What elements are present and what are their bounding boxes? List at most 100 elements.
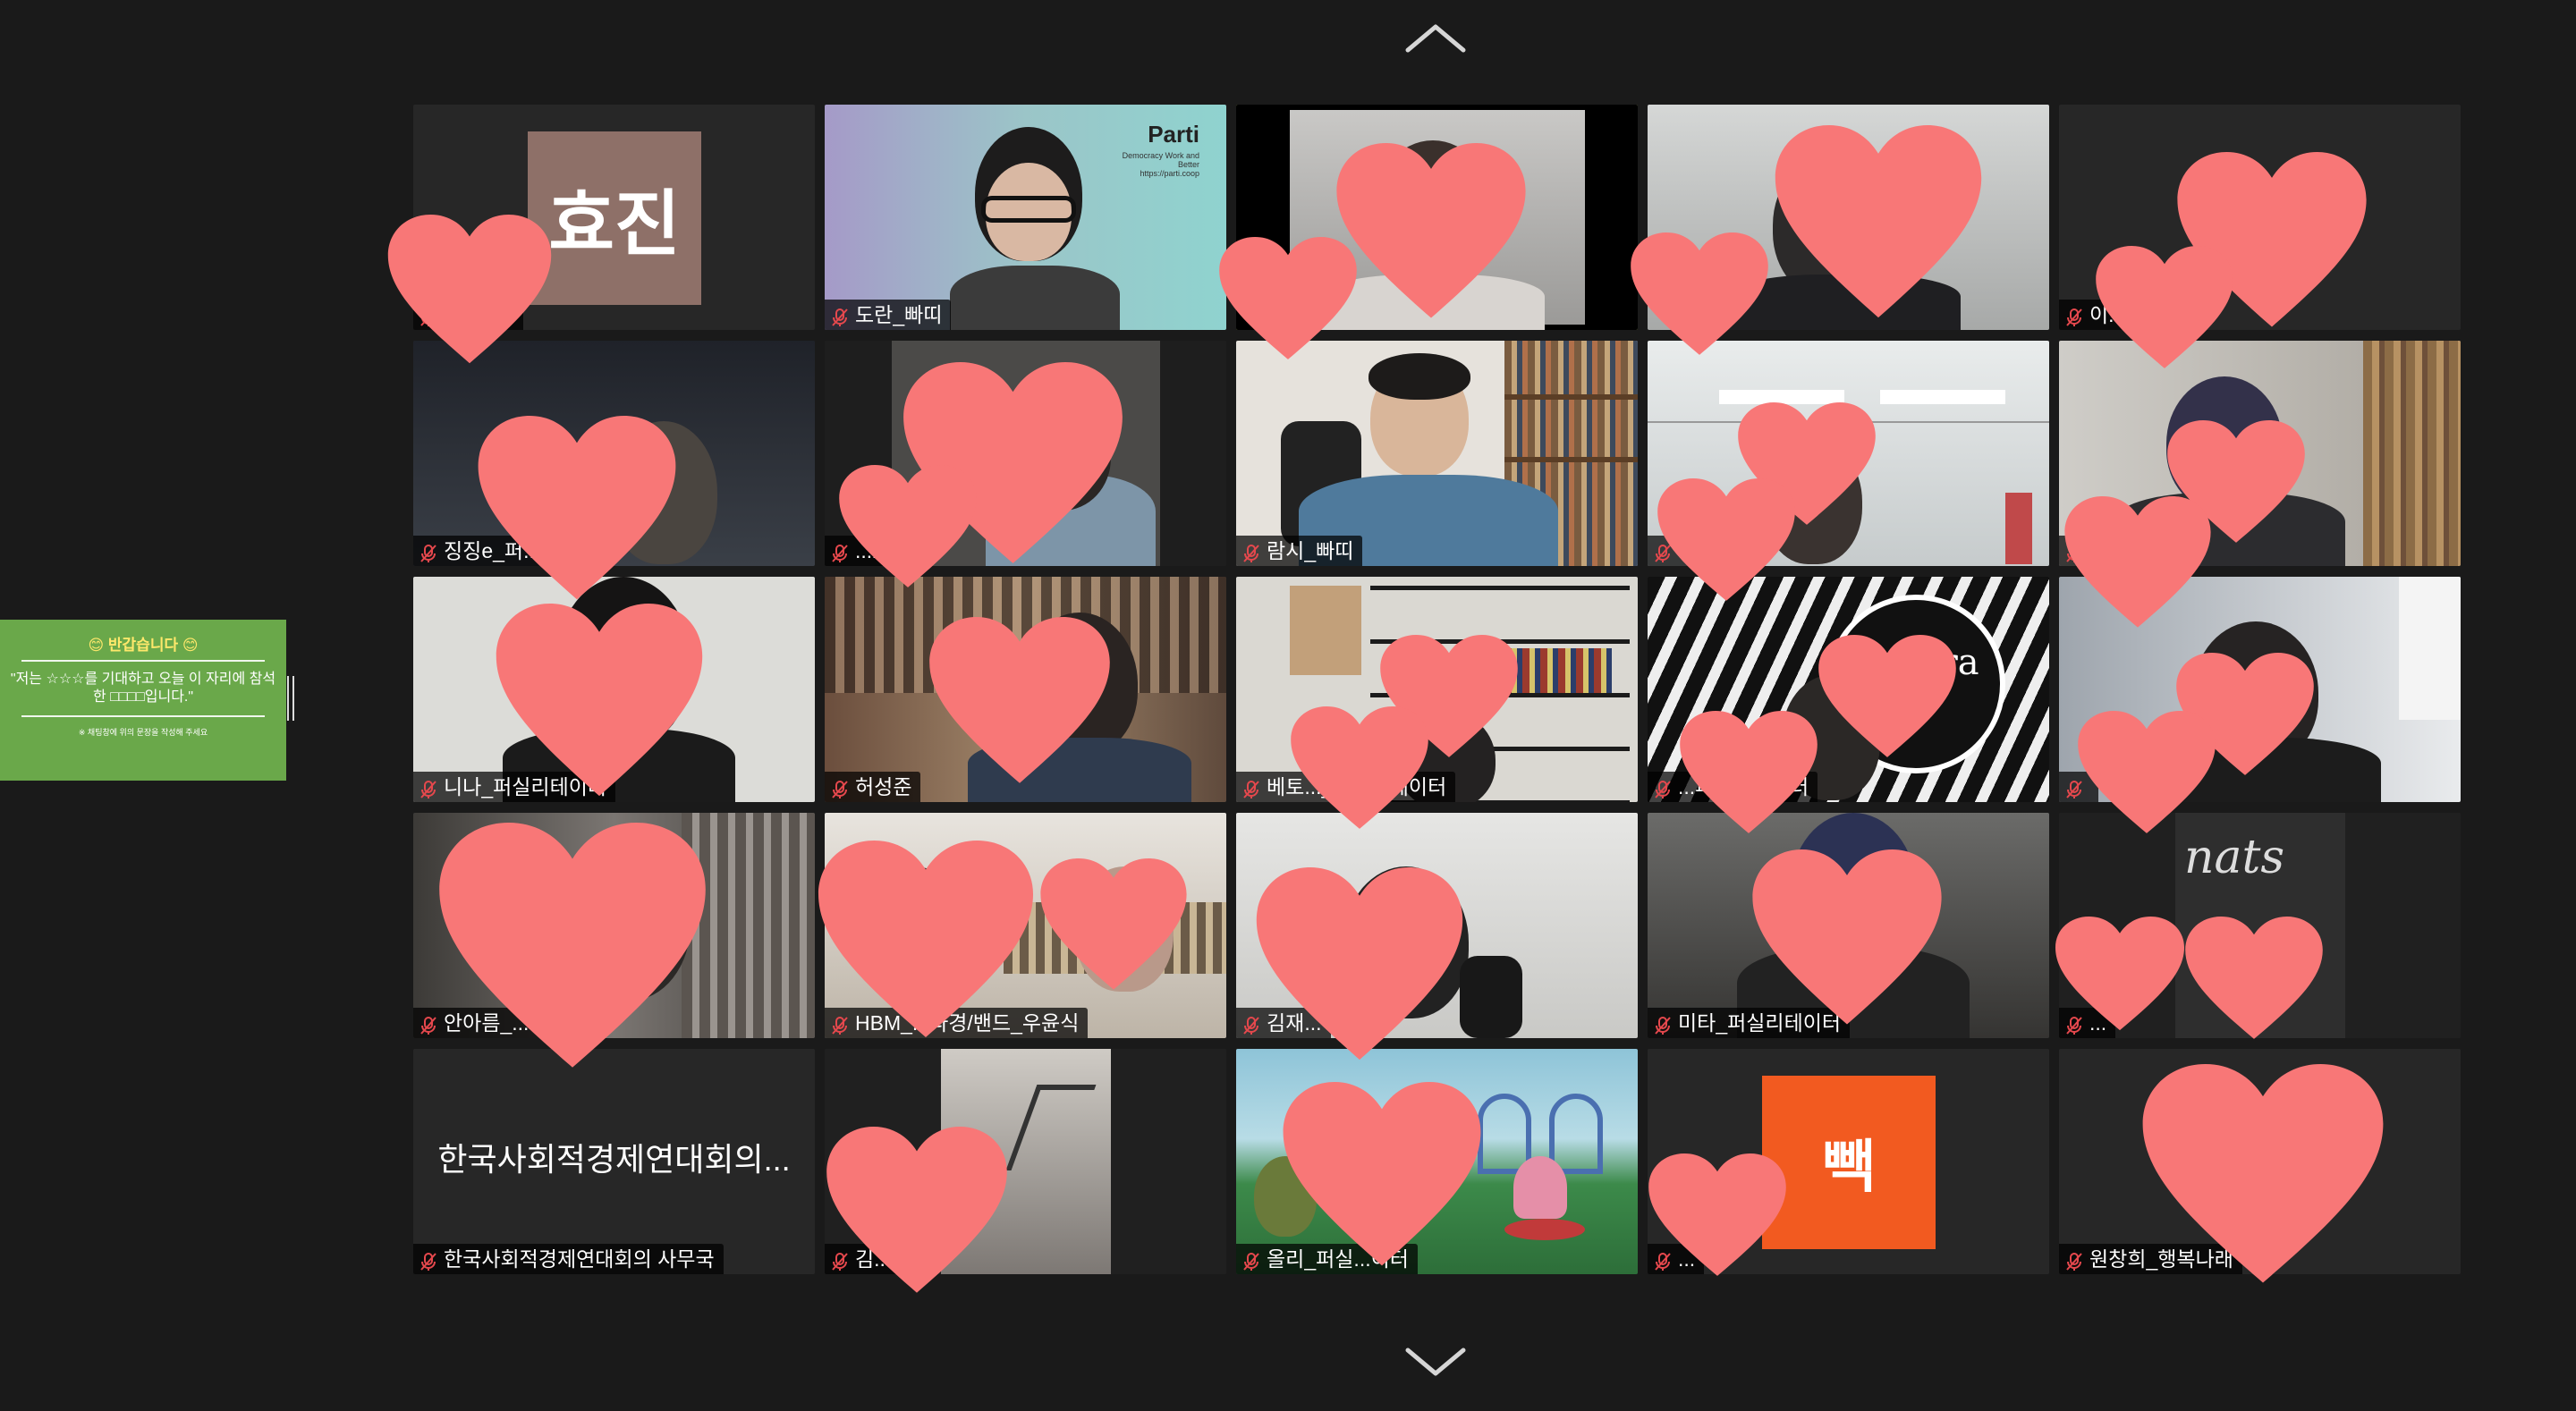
video-feed bbox=[825, 1049, 1226, 1274]
mic-muted-icon bbox=[2064, 1249, 2084, 1271]
participant-tile[interactable]: 한국사회적경제연대회의... 한국사회적경제연대회의 사무국 bbox=[413, 1049, 815, 1274]
participant-name-tag: ...퍼실리테이터 bbox=[1648, 772, 1818, 802]
participant-name-tag: ...주 bbox=[1648, 536, 1724, 566]
mic-muted-icon bbox=[830, 1249, 850, 1271]
chevron-up-icon[interactable] bbox=[1404, 20, 1467, 55]
participant-name-tag: 람시_빠띠 bbox=[1236, 536, 1363, 566]
video-feed bbox=[413, 341, 815, 566]
participant-tile[interactable]: 김재... bbox=[1236, 813, 1638, 1038]
participant-tile[interactable]: 안아름_...S bbox=[413, 813, 815, 1038]
participant-tile[interactable]: 이 이... bbox=[2059, 105, 2461, 330]
participant-name: 니나_퍼실리테이터 bbox=[444, 775, 607, 798]
participant-tile[interactable]: 원... 원창희_행복나래 bbox=[2059, 1049, 2461, 1274]
participant-name-tag: HBM_...다경/밴드_우윤식 bbox=[825, 1008, 1089, 1038]
participant-name-tag: 원창희_행복나래 bbox=[2059, 1244, 2242, 1274]
participant-tile[interactable]: 람시_빠띠 bbox=[1236, 341, 1638, 566]
mic-muted-icon bbox=[1241, 1013, 1261, 1035]
participant-tile[interactable]: 김... bbox=[825, 1049, 1226, 1274]
participant-tile[interactable] bbox=[1648, 105, 2049, 330]
participant-name-tag: 김재... bbox=[1236, 1008, 1331, 1038]
participant-name-tag bbox=[2059, 536, 2098, 566]
video-feed bbox=[825, 577, 1226, 802]
shared-content-panel[interactable]: 😊 반갑습니다 😊 "저는 ☆☆☆를 기대하고 오늘 이 자리에 참석한 □□□… bbox=[0, 620, 286, 781]
mic-muted-icon bbox=[2064, 777, 2084, 798]
participant-name: ... bbox=[1678, 1247, 1696, 1271]
video-feed bbox=[1648, 813, 2049, 1038]
video-feed: Parti Democracy Work and Better https://… bbox=[825, 105, 1226, 330]
panel-resize-handle[interactable] bbox=[287, 676, 294, 721]
video-feed bbox=[1236, 341, 1638, 566]
video-feed: is a ra bbox=[1648, 577, 2049, 802]
participant-name: 원창희_행복나래 bbox=[2089, 1247, 2233, 1271]
mic-muted-icon bbox=[830, 1013, 850, 1035]
participant-name: 베토..._퍼실리테이터 bbox=[1267, 775, 1447, 798]
divider bbox=[21, 660, 265, 662]
mic-muted-icon bbox=[1653, 1249, 1673, 1271]
participant-name: 김... bbox=[855, 1247, 892, 1271]
participant-name: 도란_빠띠 bbox=[855, 303, 943, 326]
participant-name-tag: 이... bbox=[2059, 300, 2135, 330]
participant-name-tag: 한국사회적경제연대회의 사무국 bbox=[413, 1244, 724, 1274]
participant-name: 올리_퍼실...이터 bbox=[1267, 1247, 1409, 1271]
mic-muted-icon bbox=[2064, 305, 2084, 326]
video-grid: 효진 효진(세) Parti Democracy Work and Better… bbox=[413, 105, 2461, 1274]
participant-tile[interactable] bbox=[2059, 577, 2461, 802]
mic-muted-icon bbox=[419, 1249, 438, 1271]
participant-name-tag: ... bbox=[2059, 1008, 2116, 1038]
video-feed bbox=[413, 813, 815, 1038]
participant-tile[interactable]: 효진 효진(세) bbox=[413, 105, 815, 330]
participant-name-tag: 니나_퍼실리테이터 bbox=[413, 772, 616, 802]
participant-name: 김재... bbox=[1267, 1011, 1322, 1035]
video-feed bbox=[1648, 341, 2049, 566]
background-subtext: Democracy Work and Better https://parti.… bbox=[1122, 151, 1199, 178]
video-feed bbox=[413, 577, 815, 802]
participant-tile[interactable]: 니나_퍼실리테이터 bbox=[413, 577, 815, 802]
panel-footer: ※ 채팅창에 위의 문장을 작성해 주세요 bbox=[78, 728, 208, 737]
video-feed bbox=[1236, 577, 1638, 802]
mic-muted-icon bbox=[419, 1013, 438, 1035]
participant-name-tag: 허성준 bbox=[825, 772, 921, 802]
avatar: 효진 bbox=[528, 131, 701, 305]
mic-muted-icon bbox=[1241, 541, 1261, 562]
video-feed bbox=[825, 813, 1226, 1038]
participant-name: 안아름_...S bbox=[444, 1011, 543, 1035]
video-feed: nats bbox=[2059, 813, 2461, 1038]
mic-muted-icon bbox=[830, 541, 850, 562]
mic-muted-icon bbox=[1241, 777, 1261, 798]
background-text: is a ra bbox=[1867, 642, 1979, 683]
participant-tile[interactable] bbox=[2059, 341, 2461, 566]
video-feed bbox=[1648, 105, 2049, 330]
video-feed bbox=[2059, 577, 2461, 802]
participant-name-tag: ...bo bbox=[825, 536, 904, 566]
participant-name-tag: 징징e_퍼... bbox=[413, 536, 550, 566]
participant-name-tag bbox=[2059, 772, 2098, 802]
video-feed bbox=[1236, 813, 1638, 1038]
participant-name: HBM_...다경/밴드_우윤식 bbox=[855, 1011, 1080, 1035]
participant-tile[interactable]: 빽 ... bbox=[1648, 1049, 2049, 1274]
participant-tile[interactable]: 베토..._퍼실리테이터 bbox=[1236, 577, 1638, 802]
participant-tile[interactable]: ...주 bbox=[1648, 341, 2049, 566]
participant-tile[interactable]: 허성준 bbox=[825, 577, 1226, 802]
mic-muted-icon bbox=[830, 777, 850, 798]
participant-tile[interactable]: Parti Democracy Work and Better https://… bbox=[825, 105, 1226, 330]
participant-tile-active-speaker[interactable] bbox=[1236, 105, 1638, 330]
avatar: 빽 bbox=[1762, 1076, 1936, 1249]
participant-tile[interactable]: 올리_퍼실...이터 bbox=[1236, 1049, 1638, 1274]
background-logo: Parti bbox=[1148, 121, 1199, 148]
participant-name: 람시_빠띠 bbox=[1267, 539, 1354, 562]
mic-muted-icon bbox=[1653, 1013, 1673, 1035]
participant-tile[interactable]: nats ... bbox=[2059, 813, 2461, 1038]
participant-tile[interactable]: ...bo bbox=[825, 341, 1226, 566]
chevron-down-icon[interactable] bbox=[1404, 1343, 1467, 1379]
mic-muted-icon bbox=[419, 777, 438, 798]
participant-tile[interactable]: is a ra ...퍼실리테이터 bbox=[1648, 577, 2049, 802]
participant-tile[interactable]: HBM_...다경/밴드_우윤식 bbox=[825, 813, 1226, 1038]
participant-tile[interactable]: 징징e_퍼... bbox=[413, 341, 815, 566]
participant-tile[interactable]: 미타_퍼실리테이터 bbox=[1648, 813, 2049, 1038]
background-text: nats bbox=[2184, 831, 2285, 884]
participant-name: 허성준 bbox=[855, 775, 912, 798]
divider bbox=[21, 715, 265, 717]
mic-muted-icon bbox=[2064, 541, 2084, 562]
mic-muted-icon bbox=[2064, 1013, 2084, 1035]
participant-name: ...bo bbox=[855, 539, 895, 562]
